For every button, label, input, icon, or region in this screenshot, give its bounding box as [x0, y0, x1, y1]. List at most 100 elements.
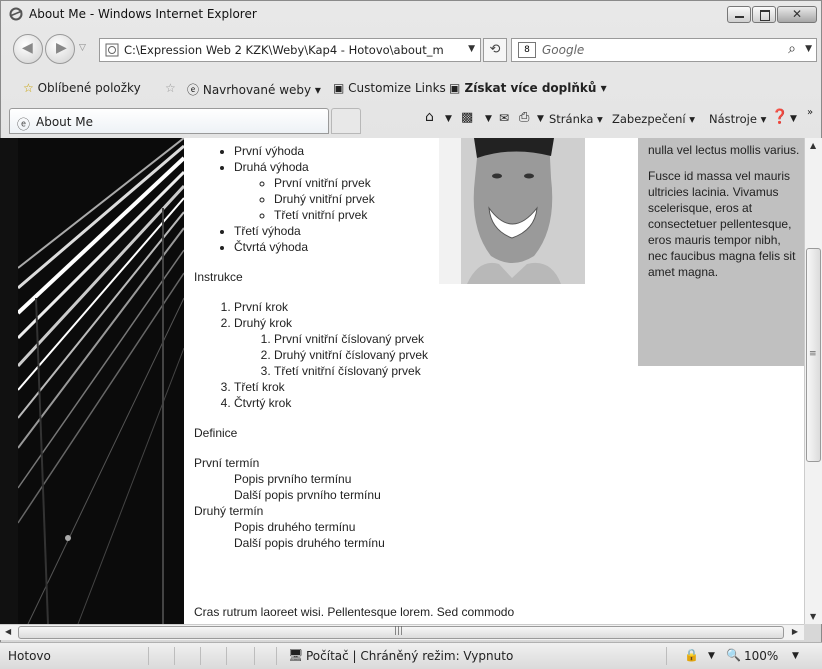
customize-links-label: Customize Links — [348, 81, 446, 95]
tab-about-me[interactable]: ⓔ About Me — [9, 108, 329, 134]
get-addons-link[interactable]: ▣ Získat více doplňků ▾ — [449, 81, 607, 95]
window-title: About Me - Windows Internet Explorer — [29, 7, 257, 21]
navigation-bar: ◀ ▶ ▽ C:\Expression Web 2 KZK\Weby\Kap4 … — [1, 31, 822, 71]
definition-desc: Další popis prvního termínu — [234, 488, 381, 502]
sidebar-paragraph: Fusce id massa vel mauris ultricies laci… — [648, 169, 796, 279]
refresh-button[interactable]: ⟲ — [483, 38, 507, 62]
profile-photo — [439, 138, 585, 284]
horizontal-scrollbar[interactable]: ◀ ||| ▶ — [0, 624, 804, 640]
minimize-button[interactable] — [727, 6, 751, 23]
print-dropdown-icon[interactable]: ▼ — [537, 114, 544, 124]
add-favorite-icon[interactable]: ☆ — [165, 81, 176, 95]
ie-icon: ⓔ — [187, 83, 200, 97]
scroll-right-icon[interactable]: ▶ — [792, 627, 798, 636]
step-item: Čtvrtý krok — [234, 395, 634, 411]
print-icon[interactable]: ⎙ — [519, 110, 529, 125]
sidebar-box: nulla vel lectus mollis varius. Fusce id… — [638, 138, 804, 366]
tab-bar: ⓔ About Me ⌂ ▼ ▩ ▼ ✉ ⎙ ▼ Stránka ▾ Zabez… — [1, 103, 822, 137]
search-box[interactable]: 8 Google ⌕ ▼ — [511, 38, 817, 62]
list-item-text: Druhá výhoda — [234, 160, 309, 174]
address-bar[interactable]: C:\Expression Web 2 KZK\Weby\Kap4 - Hoto… — [99, 38, 481, 62]
star-icon: ☆ — [23, 81, 34, 95]
refresh-icon: ⟲ — [489, 42, 501, 57]
security-menu[interactable]: Zabezpečení ▾ — [612, 112, 695, 126]
sidebar-paragraph: nulla vel lectus mollis varius. — [648, 143, 800, 157]
inner-step-item: První vnitřní číslovaný prvek — [274, 331, 634, 347]
ie-logo-icon: ⓔ — [17, 118, 31, 133]
search-placeholder: Google — [542, 43, 585, 57]
stop-button[interactable] — [483, 38, 484, 39]
zoom-level[interactable]: 100% — [744, 649, 778, 663]
address-url[interactable]: C:\Expression Web 2 KZK\Weby\Kap4 - Hoto… — [124, 43, 444, 57]
status-bar: Hotovo 🖥 Počítač | Chráněný režim: Vypnu… — [0, 642, 822, 669]
step-item-text: Druhý krok — [234, 316, 293, 330]
favorites-button[interactable]: ☆ Oblíbené položky — [23, 81, 141, 95]
definition-desc: Další popis druhého termínu — [234, 536, 385, 550]
search-icon[interactable]: ⌕ — [788, 41, 796, 57]
ie-logo-icon — [9, 7, 23, 21]
inner-step-item: Třetí vnitřní číslovaný prvek — [274, 363, 634, 379]
feed-dropdown-icon[interactable]: ▼ — [485, 114, 492, 124]
forward-button[interactable]: ▶ — [45, 34, 75, 64]
security-zone-text: Počítač | Chráněný režim: Vypnuto — [306, 649, 514, 663]
favorites-label: Oblíbené položky — [37, 81, 141, 95]
home-icon[interactable]: ⌂ — [425, 109, 434, 125]
customize-links-link[interactable]: ▣ Customize Links — [333, 81, 446, 95]
page-icon: ▣ — [449, 81, 461, 95]
computer-icon: 🖥 — [288, 648, 304, 662]
mail-icon[interactable]: ✉ — [499, 111, 509, 125]
search-dropdown-icon[interactable]: ▼ — [805, 44, 812, 54]
maximize-button[interactable] — [752, 6, 776, 23]
page-left-strip — [0, 138, 18, 624]
vertical-scroll-thumb[interactable]: ≡ — [806, 248, 821, 462]
zoom-dropdown-icon[interactable]: ▼ — [792, 651, 799, 661]
help-icon[interactable]: ❓ — [771, 109, 788, 125]
definition-desc: Popis druhého termínu — [234, 520, 356, 534]
tools-menu[interactable]: Nástroje ▾ — [709, 112, 766, 126]
scroll-down-icon[interactable]: ▼ — [810, 612, 816, 621]
scroll-left-icon[interactable]: ◀ — [5, 627, 11, 636]
page-menu[interactable]: Stránka ▾ — [549, 112, 603, 126]
help-dropdown-icon[interactable]: ▼ — [790, 114, 797, 124]
step-item: Druhý krok První vnitřní číslovaný prvek… — [234, 315, 634, 379]
rss-feed-icon[interactable]: ▩ — [461, 110, 473, 125]
suggested-sites-link[interactable]: ⓔ Navrhované weby ▾ — [187, 81, 321, 98]
status-text: Hotovo — [8, 649, 51, 663]
tab-label: About Me — [36, 115, 94, 129]
privacy-icon[interactable]: 🔒 — [684, 648, 699, 662]
get-addons-label: Získat více doplňků ▾ — [464, 81, 607, 95]
close-button[interactable]: ✕ — [777, 6, 817, 23]
definitions-heading: Definice — [194, 426, 238, 440]
suggested-sites-label: Navrhované weby ▾ — [202, 83, 321, 97]
scroll-up-icon[interactable]: ▲ — [810, 141, 816, 150]
inner-step-item: Druhý vnitřní číslovaný prvek — [274, 347, 634, 363]
definition-term: Druhý termín — [194, 504, 264, 518]
inner-steps-list: První vnitřní číslovaný prvek Druhý vnit… — [234, 331, 634, 379]
page-viewport: První výhoda Druhá výhoda První vnitřní … — [18, 138, 804, 624]
step-item: Třetí krok — [234, 379, 634, 395]
footer-paragraph: Cras rutrum laoreet wisi. Pellentesque l… — [194, 605, 515, 619]
privacy-dropdown-icon[interactable]: ▼ — [708, 651, 715, 661]
zoom-icon[interactable]: 🔍 — [726, 648, 741, 662]
vertical-scrollbar[interactable]: ▲ ≡ ▼ — [804, 138, 822, 624]
definition-list: První termín Popis prvního termínu Další… — [194, 455, 634, 551]
definition-term: První termín — [194, 456, 260, 470]
home-dropdown-icon[interactable]: ▼ — [445, 114, 452, 124]
definition-desc: Popis prvního termínu — [234, 472, 352, 486]
forward-arrow-icon: ▶ — [56, 40, 67, 56]
search-provider-icon: 8 — [518, 42, 536, 58]
history-dropdown-icon[interactable]: ▽ — [79, 43, 86, 53]
page-icon — [105, 43, 119, 57]
chevron-more-icon[interactable]: » — [807, 107, 813, 118]
steps-list: První krok Druhý krok První vnitřní čísl… — [194, 299, 634, 411]
favorites-bar: ☆ Oblíbené položky ☆ ⓔ Navrhované weby ▾… — [1, 76, 822, 102]
new-tab-button[interactable] — [331, 108, 361, 134]
title-bar: About Me - Windows Internet Explorer ✕ — [1, 1, 822, 29]
horizontal-scroll-thumb[interactable]: ||| — [18, 626, 784, 639]
address-dropdown-icon[interactable]: ▼ — [468, 44, 475, 54]
step-item: První krok — [234, 299, 634, 315]
back-arrow-icon: ◀ — [22, 40, 33, 56]
highway-night-photo — [18, 138, 184, 624]
back-button[interactable]: ◀ — [13, 34, 43, 64]
page-icon: ▣ — [333, 81, 345, 95]
